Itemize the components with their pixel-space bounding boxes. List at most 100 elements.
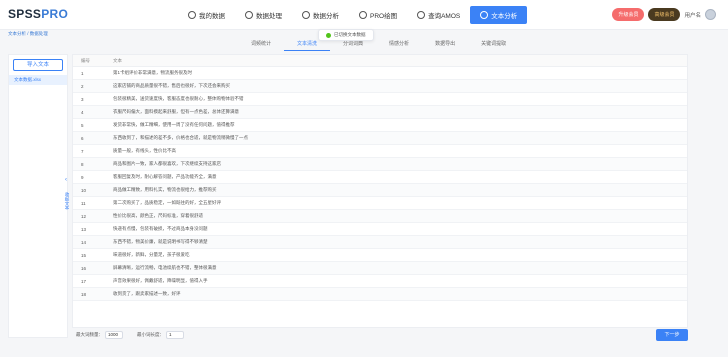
row-text: 商品做工精致，用料扎实，物流也很给力，推荐购买 <box>113 187 217 192</box>
tab-export[interactable]: 数据导出 <box>422 39 468 51</box>
nav-item-my-data[interactable]: 我的数据 <box>178 0 235 30</box>
row-text: 商品和图片一致，家人都很喜欢，下次继续支持这家店 <box>113 161 221 166</box>
folder-icon <box>188 11 196 19</box>
min-length-label: 最小词长度： <box>137 332 164 337</box>
text-table: 编号 文本 1 第1卡组评价非常满意，物流服务很及时 2 这家店铺的商品质量很不错，售… <box>72 54 688 328</box>
table-row[interactable]: 2 这家店铺的商品质量很不错，售后也很好，下次还会来购买 <box>73 80 687 93</box>
user-name[interactable]: 用户名 <box>684 11 701 19</box>
row-id: 3 <box>81 96 84 102</box>
row-id: 17 <box>81 278 87 284</box>
row-text: 性价比很高，颜色正，尺码标准，穿着很舒适 <box>113 213 203 218</box>
row-id: 1 <box>81 70 84 76</box>
table-row[interactable]: 8 商品和图片一致，家人都很喜欢，下次继续支持这家店 <box>73 158 687 171</box>
row-id: 14 <box>81 239 87 245</box>
row-text: 东西收到了，和描述的差不多，价格也合适，就是物流稍微慢了一点 <box>113 135 248 140</box>
row-id: 5 <box>81 122 84 128</box>
row-text: 包装很精美，送货速度快，客服态度也很耐心，整体购物体验不错 <box>113 96 244 101</box>
table-row[interactable]: 13 快递有点慢，包装有破损，不过商品本身没问题 <box>73 223 687 236</box>
toast-text: 已切换文本数据 <box>334 32 366 37</box>
settings-icon <box>245 11 253 19</box>
row-id: 16 <box>81 265 87 271</box>
tab-keywords[interactable]: 关键词提取 <box>468 39 519 51</box>
text-icon <box>480 11 489 19</box>
table-row[interactable]: 15 味道很好，新鲜，分量足，孩子很爱吃 <box>73 249 687 262</box>
nav-item-amos[interactable]: 查询AMOS <box>407 0 470 30</box>
vip-badge[interactable]: 高级会员 <box>648 8 681 21</box>
toast-notification: 已切换文本数据 <box>318 29 374 41</box>
table-body: 1 第1卡组评价非常满意，物流服务很及时 2 这家店铺的商品质量很不错，售后也很好，下… <box>73 67 687 301</box>
table-row[interactable]: 1 第1卡组评价非常满意，物流服务很及时 <box>73 67 687 80</box>
document-icon <box>417 11 426 19</box>
nav-label: 数据处理 <box>256 13 282 20</box>
table-row[interactable]: 9 客服回复及时，耐心解答问题，产品功能齐全，满意 <box>73 171 687 184</box>
nav-item-text-analysis[interactable]: 文本分析 <box>470 6 528 24</box>
table-row[interactable]: 18 收到货了，跟卖家描述一致，好评 <box>73 288 687 301</box>
nav-item-data-processing[interactable]: 数据处理 <box>235 0 292 30</box>
row-id: 18 <box>81 291 87 297</box>
row-text: 客服回复及时，耐心解答问题，产品功能齐全，满意 <box>113 174 217 179</box>
sub-tabs: 词频统计 文本清洗 分词词典 情感分析 数据导出 关键词提取 <box>238 39 519 51</box>
sidebar-file-item[interactable]: 文本数据.xlsx <box>9 75 67 85</box>
nav-label: PRO绘图 <box>370 13 398 20</box>
success-icon <box>326 32 331 38</box>
row-text: 第1卡组评价非常满意，物流服务很及时 <box>113 70 193 75</box>
table-row[interactable]: 10 商品做工精致，用料扎实，物流也很给力，推荐购买 <box>73 184 687 197</box>
table-row[interactable]: 11 第二次购买了，品质稳定，一如既往的好，全五星好评 <box>73 197 687 210</box>
row-id: 12 <box>81 213 87 219</box>
nav-label: 文本分析 <box>491 13 518 20</box>
table-row[interactable]: 7 质量一般，有线头，性价比不高 <box>73 145 687 158</box>
row-id: 2 <box>81 83 84 89</box>
avatar[interactable] <box>705 9 716 20</box>
row-text: 声音效果很好，佩戴舒适，降噪明显，值得入手 <box>113 278 208 283</box>
table-row[interactable]: 5 发货非常快，做工精细，使用一周了没有任何问题，值得推荐 <box>73 119 687 132</box>
row-id: 9 <box>81 174 84 180</box>
tab-sentiment[interactable]: 情感分析 <box>376 39 422 51</box>
next-step-button[interactable]: 下一步 <box>656 329 688 341</box>
row-text: 屏幕清晰，运行流畅，电池续航也不错，整体很满意 <box>113 265 217 270</box>
row-text: 收到货了，跟卖家描述一致，好评 <box>113 291 181 296</box>
collapse-sidebar-tab[interactable]: 收起文本 <box>64 183 71 219</box>
nav-label: 我的数据 <box>199 13 225 20</box>
upgrade-button[interactable]: 升级会员 <box>612 8 645 21</box>
row-id: 4 <box>81 109 84 115</box>
main-nav: 我的数据 数据处理 数据分析 PRO绘图 查询AMOS 文本分析 <box>178 0 528 30</box>
row-text: 快递有点慢，包装有破损，不过商品本身没问题 <box>113 226 208 231</box>
row-id: 11 <box>81 200 86 206</box>
row-id: 6 <box>81 135 84 141</box>
table-row[interactable]: 14 东西不错，物美价廉，就是说明书写得不够清楚 <box>73 236 687 249</box>
table-header: 编号 文本 <box>73 55 687 67</box>
table-row[interactable]: 4 衣服尺码偏大，面料摸起来舒服，但有一点色差，总体还算满意 <box>73 106 687 119</box>
nav-item-pro-plot[interactable]: PRO绘图 <box>349 0 407 30</box>
top-navigation-bar: SPSSPRO 我的数据 数据处理 数据分析 PRO绘图 查询AMOS 文本分析… <box>0 0 728 30</box>
clock-icon <box>302 11 310 19</box>
row-text: 衣服尺码偏大，面料摸起来舒服，但有一点色差，总体还算满意 <box>113 109 239 114</box>
max-frequency-label: 最大词频量： <box>76 332 103 337</box>
column-header-text: 文本 <box>113 57 122 63</box>
table-row[interactable]: 6 东西收到了，和描述的差不多，价格也合适，就是物流稍微慢了一点 <box>73 132 687 145</box>
column-header-id: 编号 <box>81 57 90 63</box>
row-id: 10 <box>81 187 87 193</box>
row-text: 发货非常快，做工精细，使用一周了没有任何问题，值得推荐 <box>113 122 235 127</box>
table-row[interactable]: 12 性价比很高，颜色正，尺码标准，穿着很舒适 <box>73 210 687 223</box>
table-row[interactable]: 16 屏幕清晰，运行流畅，电池续航也不错，整体很满意 <box>73 262 687 275</box>
logo-text-accent: PRO <box>41 7 69 21</box>
app-logo[interactable]: SPSSPRO <box>8 7 68 21</box>
top-right-controls: 升级会员 高级会员 用户名 <box>612 8 716 21</box>
table-row[interactable]: 17 声音效果很好，佩戴舒适，降噪明显，值得入手 <box>73 275 687 288</box>
max-frequency-input[interactable]: 1000 <box>105 331 123 339</box>
import-text-button[interactable]: 导入文本 <box>13 59 63 71</box>
row-text: 味道很好，新鲜，分量足，孩子很爱吃 <box>113 252 190 257</box>
row-text: 东西不错，物美价廉，就是说明书写得不够清楚 <box>113 239 208 244</box>
row-id: 13 <box>81 226 87 232</box>
table-row[interactable]: 3 包装很精美，送货速度快，客服态度也很耐心，整体购物体验不错 <box>73 93 687 106</box>
chart-icon <box>359 11 367 19</box>
tab-word-frequency[interactable]: 词频统计 <box>238 39 284 51</box>
min-length-input[interactable]: 1 <box>166 331 184 339</box>
row-id: 8 <box>81 161 84 167</box>
breadcrumb[interactable]: 文本分析 / 数据处理 <box>8 31 48 37</box>
row-id: 7 <box>81 148 84 154</box>
bottom-toolbar: 最大词频量： 1000 最小词长度： 1 下一步 <box>72 329 688 341</box>
nav-item-data-analysis[interactable]: 数据分析 <box>292 0 349 30</box>
nav-label: 数据分析 <box>313 13 339 20</box>
row-text: 第二次购买了，品质稳定，一如既往的好，全五星好评 <box>113 200 221 205</box>
